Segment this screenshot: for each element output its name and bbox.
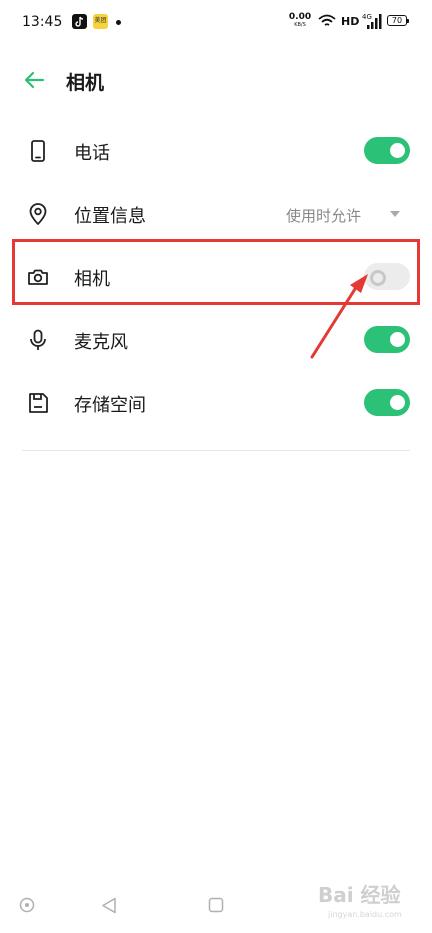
microphone-toggle[interactable] [364,326,410,353]
dropdown-arrow-icon[interactable] [390,211,400,218]
meituan-badge-text: 美团 [94,17,107,24]
phone-icon [31,140,45,162]
permission-label: 位置信息 [74,206,146,227]
net-speed-value: 0.00 [288,12,312,22]
meituan-icon: 美团 [93,14,108,29]
permission-label: 存储空间 [74,395,146,416]
phone-toggle[interactable] [364,137,410,164]
wifi-icon [318,14,336,26]
location-select-value[interactable]: 使用时允许 [286,205,361,226]
home-nav-icon[interactable] [208,897,224,913]
status-time: 13:45 [22,14,63,30]
toggle-knob [390,332,405,347]
permission-list: 电话 位置信息 使用时允许 相机 麦克风 存储空间 [0,120,432,435]
permission-item-storage[interactable]: 存储空间 [0,372,432,435]
back-nav-icon[interactable] [101,897,117,914]
permission-label: 相机 [74,269,110,290]
notification-dot-icon [116,20,121,25]
divider [22,450,410,451]
tiktok-icon [72,14,87,29]
permission-label: 电话 [74,143,110,164]
storage-icon [29,393,48,413]
microphone-icon [30,329,46,350]
storage-toggle[interactable] [364,389,410,416]
assistant-nav-icon[interactable] [19,897,35,913]
camera-toggle[interactable] [364,263,410,290]
net-speed: 0.00 KB/S [288,13,312,29]
permission-item-camera[interactable]: 相机 [0,246,432,309]
battery-level: 70 [391,16,403,25]
back-arrow-icon[interactable] [22,68,46,92]
hd-label: HD [341,15,360,28]
permission-item-location[interactable]: 位置信息 使用时允许 [0,183,432,246]
camera-icon [28,269,48,285]
page-title: 相机 [66,72,105,94]
watermark-url: jingyan.baidu.com [328,910,402,919]
signal-icon: 4G [362,13,382,29]
toggle-knob [390,395,405,410]
watermark: Bai 经验 [318,883,401,907]
header: 相机 [0,56,432,104]
permission-item-phone[interactable]: 电话 [0,120,432,183]
battery-icon: 70 [387,15,409,26]
location-icon [29,203,47,225]
permission-label: 麦克风 [74,332,128,353]
permission-item-microphone[interactable]: 麦克风 [0,309,432,372]
toggle-knob [390,143,405,158]
signal-type: 4G [362,13,372,21]
status-bar: 13:45 美团 0.00 KB/S HD 4G 70 [0,0,432,44]
toggle-knob [370,270,386,286]
net-speed-unit: KB/S [294,22,306,28]
